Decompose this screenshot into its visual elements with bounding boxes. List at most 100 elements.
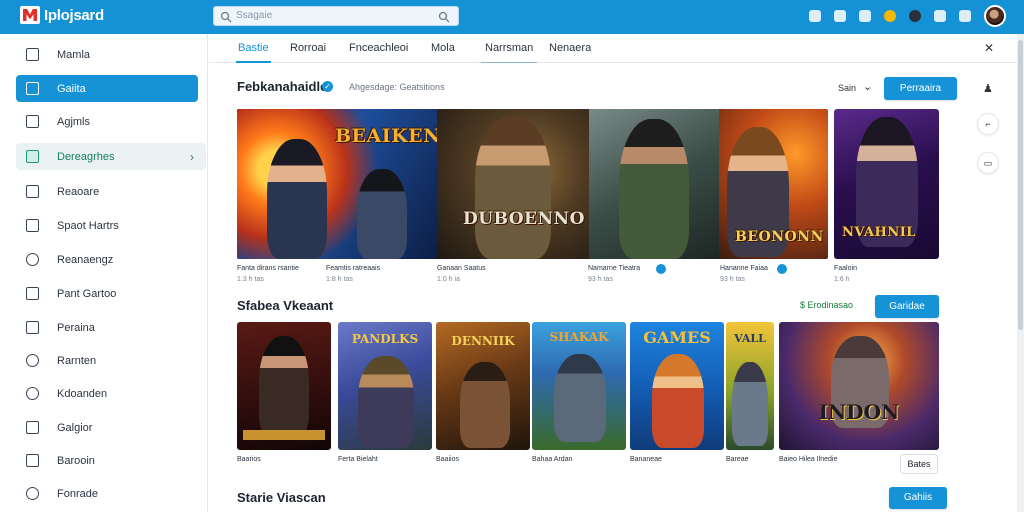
search-submit-icon[interactable] [438,11,450,23]
sidebar-item-label: Peraina [57,321,95,334]
user-avatar[interactable] [984,5,1006,27]
sidebar-item-6[interactable]: Spaot Hartrs [16,212,198,239]
user-icon[interactable]: ♟ [983,82,993,95]
game-card[interactable]: INDON [779,322,939,450]
tab-2[interactable]: Rorroai [290,42,326,54]
tab-1[interactable]: Bastie [236,42,271,63]
close-icon[interactable]: ✕ [984,41,994,55]
game-card[interactable]: GAMES [630,322,724,450]
section2-title: Sfabea Vkeaant [237,298,334,313]
tab-3[interactable]: Fnceachleoi [349,42,408,54]
chevron-down-icon[interactable]: ⌄ [863,80,872,93]
sidebar-item-8[interactable]: Pant Gartoo [16,280,198,307]
rail-prev-button[interactable]: ⌐ [977,113,999,135]
sidebar-item-13[interactable]: Barooin [16,447,198,474]
caption-title[interactable]: Ganaan Saatus [437,265,486,272]
banner-panel-1: BEAIKENS [237,109,455,259]
sidebar-item-label: Dereagrhes [57,150,115,163]
app-logo[interactable]: Iplojsard [20,6,104,24]
tab-6[interactable]: Nenaera [549,42,591,54]
more-button[interactable]: Bates [900,454,938,474]
chat-icon [26,219,39,232]
sort-label[interactable]: Sain [838,83,856,93]
sidebar-item-7[interactable]: Reanaengz [16,246,198,273]
sidebar-item-2[interactable]: Gaiita [16,75,198,102]
coins-icon[interactable] [884,10,896,22]
friends-icon[interactable] [934,10,946,22]
sidebar-item-label: Rarnten [57,354,97,367]
caption-meta: 93 h tas [588,276,613,283]
tab-4[interactable]: Mola [431,42,455,54]
sidebar-item-10[interactable]: Rarnten [16,347,198,374]
card-banner [243,430,325,440]
game-card[interactable]: DENNIIK [436,322,530,450]
sidebar-item-4[interactable]: Dereagrhes › [16,143,206,170]
caption-title[interactable]: Faaloin [834,265,857,272]
caption-title[interactable]: Hananne Faiaa [720,265,768,272]
game-card[interactable]: PANDLKS [338,322,432,450]
game-card-title[interactable]: Baaiios [436,456,459,463]
sidebar-item-14[interactable]: Fonrade [16,480,198,507]
game-card-title[interactable]: Baarios [237,456,261,463]
help-icon [26,487,39,500]
card-figure [358,356,414,448]
caption-title[interactable]: Namarne Tieatra [588,265,640,272]
caption-meta: 93 h tas [720,276,745,283]
scrollbar-thumb[interactable] [1018,40,1023,330]
game-card[interactable] [237,322,331,450]
search-icon [220,11,232,23]
warrior-figure [475,117,551,259]
banner-panel-4: BEONONN [719,109,828,259]
notifications-icon[interactable] [909,10,921,22]
game-card-title[interactable]: Bareae [726,456,749,463]
game-card-title[interactable]: Bahaa Ardan [532,456,572,463]
sidebar-item-label: Reaoare [57,185,100,198]
sidebar-item-label: Agjmls [57,115,91,128]
caption-meta: 1:8 h tas [326,276,353,283]
caption-title[interactable]: Fanta dirans rsantie [237,265,299,272]
game-card[interactable]: SHAKAK [532,322,626,450]
sidebar-item-12[interactable]: Galgior [16,414,198,441]
sidebar-item-11[interactable]: Kdoanden [16,380,198,407]
section3-button[interactable]: Gahiis [889,487,947,509]
sidebar-item-1[interactable]: Mamla [16,41,198,68]
card-art-title: VALL [734,332,766,345]
verified-icon [777,264,787,274]
featured-subtitle: Ahgesdage: Geatsitions [349,82,445,92]
gallery-icon [26,421,39,434]
tab-5[interactable]: Narrsman [480,42,538,63]
sidebar-item-label: Galgior [57,421,93,434]
game-card-title[interactable]: Ferta Bielaht [338,456,378,463]
section2-button[interactable]: Garidae [875,295,939,318]
sidebar-item-label: Gaiita [57,82,86,95]
game-card-title[interactable]: Bananeae [630,456,662,463]
caption-meta: 1:6 h [834,276,850,283]
messages-icon[interactable] [809,10,821,22]
controller-icon[interactable] [859,10,871,22]
sidebar-item-5[interactable]: Reaoare [16,178,198,205]
settings-icon[interactable] [959,10,971,22]
sidebar-item-label: Mamla [57,48,91,61]
rail-next-button[interactable]: ▭ [977,152,999,174]
info-icon [26,387,39,400]
card-art-title: INDON [818,400,900,424]
store-icon[interactable] [834,10,846,22]
sidebar-item-label: Pant Gartoo [57,287,117,300]
caption-title[interactable]: Feamtis ratreaais [326,265,380,272]
game-card[interactable]: VALL [726,322,774,450]
dollar-icon: $ [800,300,808,310]
sidebar-item-3[interactable]: Agjmls [16,108,198,135]
featured-banner[interactable]: BEAIKENS DUBOENNO BEONONN [237,109,828,259]
top-icons [809,5,1006,27]
sidebar-item-label: Kdoanden [57,387,108,400]
sidebar-item-9[interactable]: Peraina [16,314,198,341]
featured-action-button[interactable]: Perraaira [884,77,957,100]
clock-icon [26,354,39,367]
search-input[interactable]: Ssagaie [213,6,459,26]
logo-icon [20,6,40,24]
logo-text: Iplojsard [44,6,104,24]
game-card-title[interactable]: Baieo Hilea Ilnedie [779,456,837,463]
section2-link[interactable]: $ Erodinasao [800,300,853,310]
section3-title: Starie Viascan [237,490,326,505]
featured-card[interactable]: NVAHNIL [834,109,939,259]
